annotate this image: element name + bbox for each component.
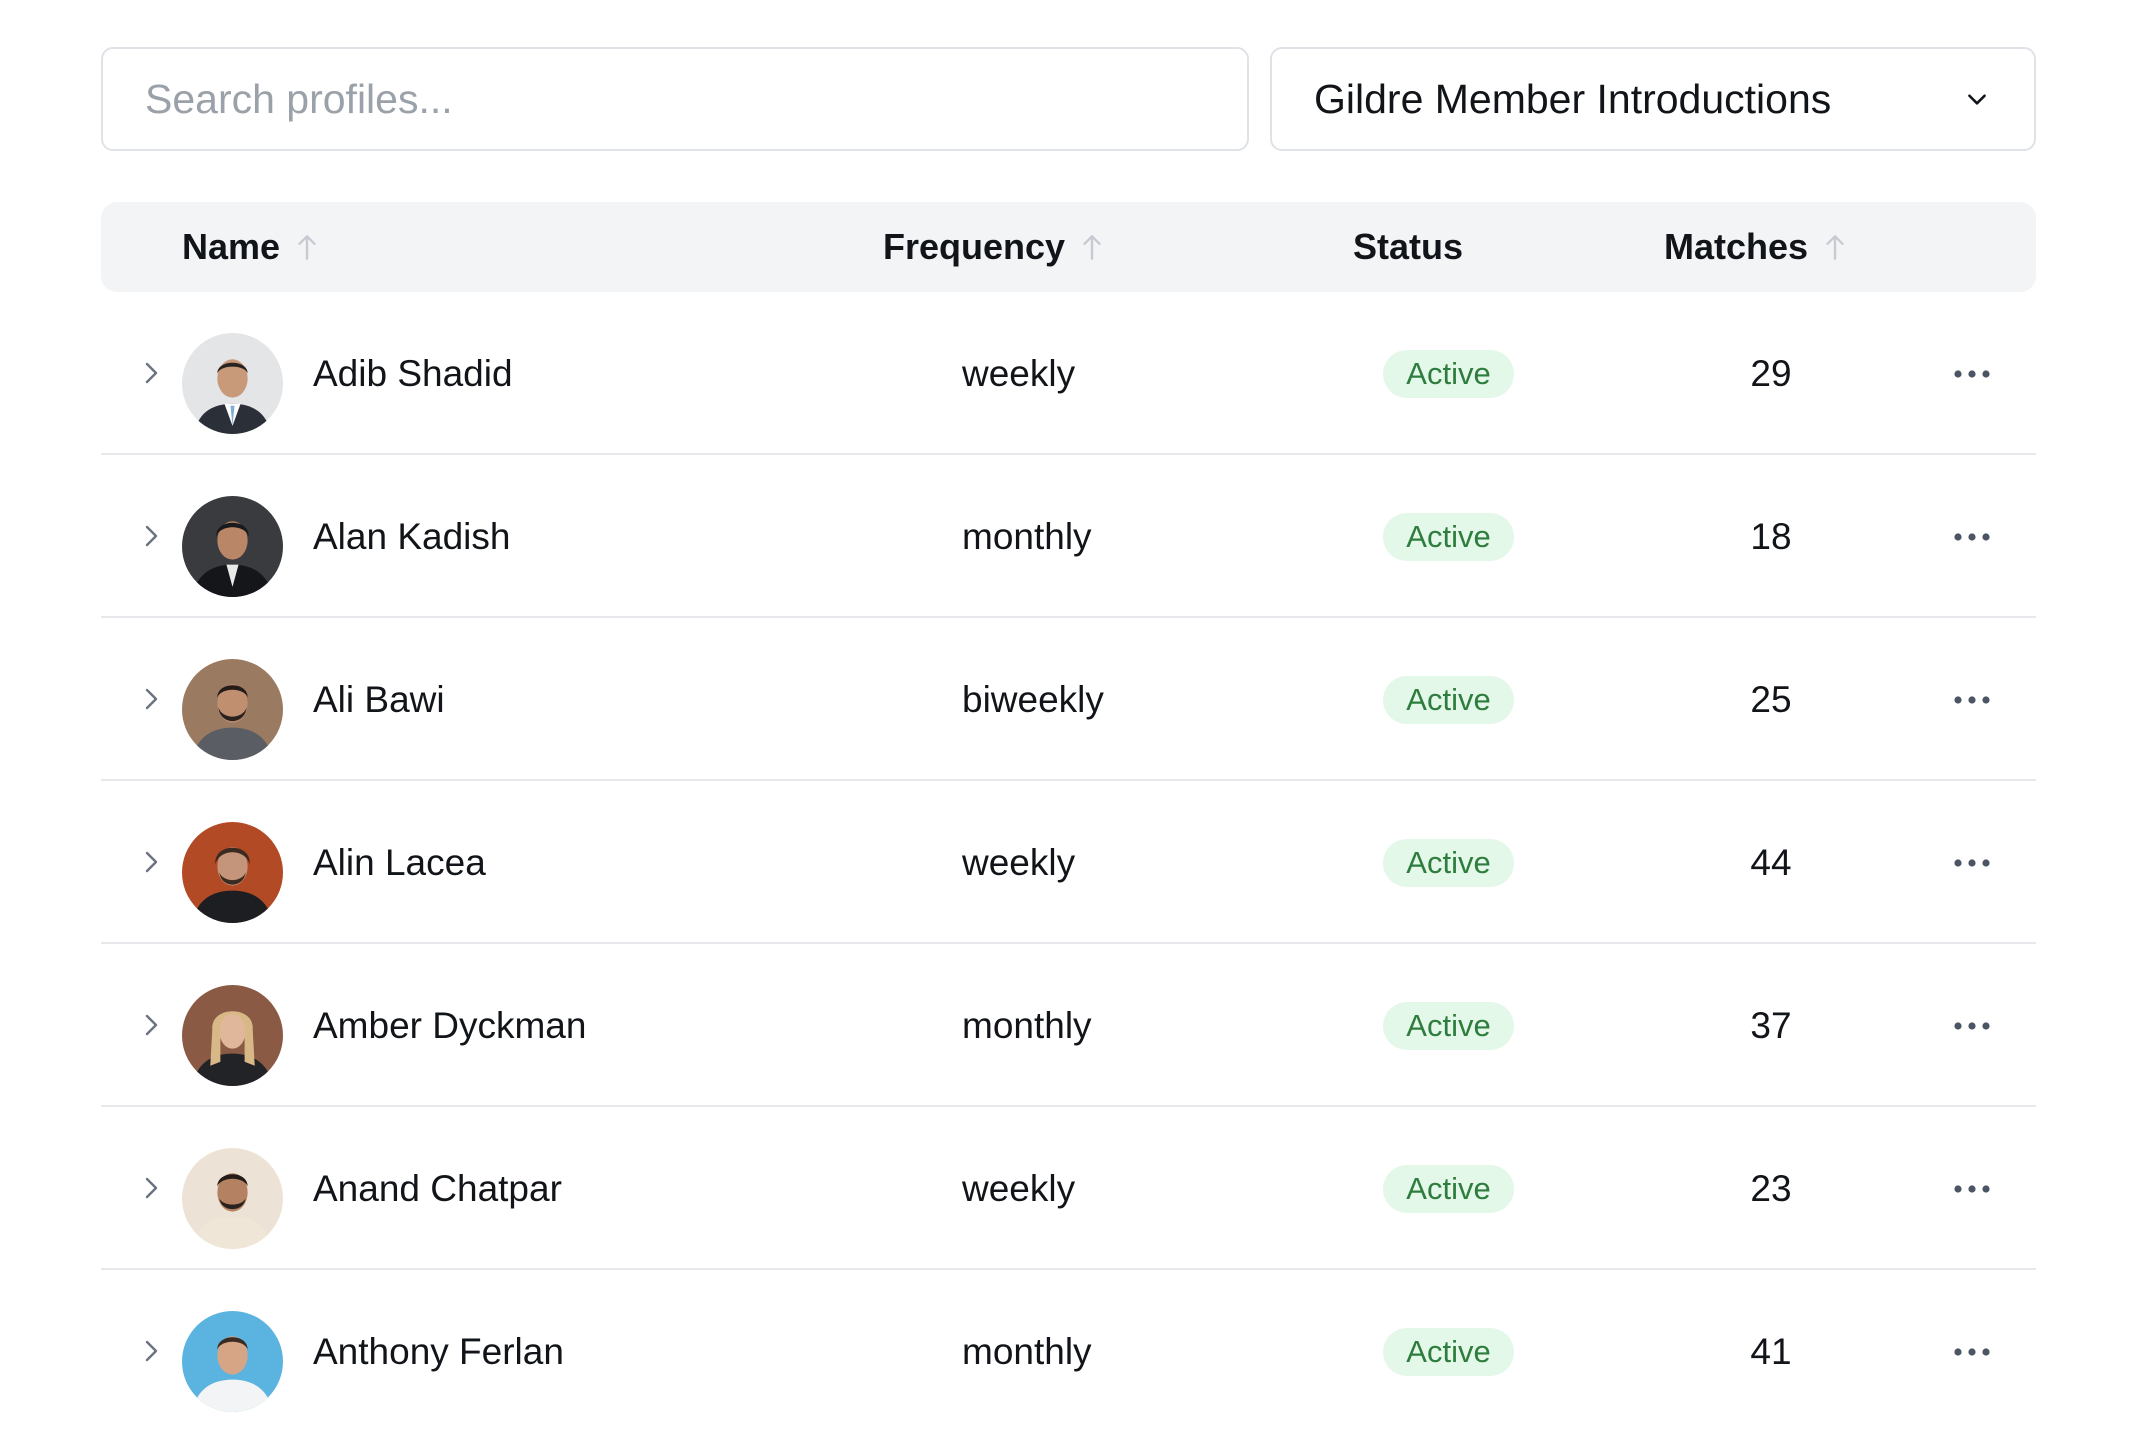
member-name: Ali Bawi: [313, 678, 445, 720]
member-matches: 18: [1750, 515, 1792, 557]
avatar: [182, 985, 283, 1086]
chevron-right-icon[interactable]: [141, 1173, 163, 1203]
table-body: Adib Shadid weekly Active 29 Alan Kadish…: [101, 292, 2036, 1433]
member-frequency: weekly: [962, 841, 1076, 883]
member-frequency: monthly: [962, 1330, 1092, 1372]
member-matches: 44: [1750, 841, 1792, 883]
column-header-name-label: Name: [182, 226, 281, 267]
column-header-status-label: Status: [1353, 226, 1464, 267]
table-row[interactable]: Anthony Ferlan monthly Active 41: [101, 1270, 2036, 1433]
status-badge: Active: [1383, 839, 1514, 887]
member-name: Amber Dyckman: [313, 1004, 587, 1046]
column-header-frequency[interactable]: Frequency: [883, 202, 1105, 292]
arrow-up-icon: [298, 235, 316, 260]
column-header-status: Status: [1353, 202, 1463, 292]
member-matches: 37: [1750, 1004, 1792, 1046]
member-matches: 25: [1750, 678, 1792, 720]
table-row[interactable]: Alin Lacea weekly Active 44: [101, 781, 2036, 944]
more-horizontal-icon[interactable]: [1951, 686, 1993, 714]
program-select[interactable]: Gildre Member Introductions: [1270, 47, 2036, 151]
table-row[interactable]: Alan Kadish monthly Active 18: [101, 455, 2036, 618]
member-frequency: weekly: [962, 352, 1076, 394]
chevron-down-icon: [1968, 94, 1986, 105]
avatar: [182, 1148, 283, 1249]
status-badge: Active: [1383, 676, 1514, 724]
column-header-matches-label: Matches: [1664, 226, 1809, 267]
table-row[interactable]: Adib Shadid weekly Active 29: [101, 292, 2036, 455]
more-horizontal-icon[interactable]: [1951, 360, 1993, 388]
member-name: Anand Chatpar: [313, 1167, 562, 1209]
avatar: [182, 659, 283, 760]
member-frequency: monthly: [962, 515, 1092, 557]
more-horizontal-icon[interactable]: [1951, 523, 1993, 551]
status-badge: Active: [1383, 1002, 1514, 1050]
program-select-value: Gildre Member Introductions: [1314, 75, 1832, 122]
member-frequency: weekly: [962, 1167, 1076, 1209]
more-horizontal-icon[interactable]: [1951, 1338, 1993, 1366]
chevron-right-icon[interactable]: [141, 847, 163, 877]
chevron-right-icon[interactable]: [141, 358, 163, 388]
avatar: [182, 822, 283, 923]
chevron-right-icon[interactable]: [141, 1336, 163, 1366]
member-name: Anthony Ferlan: [313, 1330, 564, 1372]
column-header-name[interactable]: Name: [182, 202, 320, 292]
chevron-right-icon[interactable]: [141, 521, 163, 551]
member-matches: 29: [1750, 352, 1792, 394]
member-name: Alan Kadish: [313, 515, 511, 557]
table-row[interactable]: Ali Bawi biweekly Active 25: [101, 618, 2036, 781]
more-horizontal-icon[interactable]: [1951, 1175, 1993, 1203]
table-header: Name Frequency Status Matches: [101, 202, 2036, 292]
status-badge: Active: [1383, 350, 1514, 398]
status-badge: Active: [1383, 1328, 1514, 1376]
search-input[interactable]: [143, 74, 1207, 124]
member-name: Alin Lacea: [313, 841, 486, 883]
arrow-up-icon: [1826, 235, 1844, 260]
avatar: [182, 1311, 283, 1412]
avatar: [182, 496, 283, 597]
member-matches: 41: [1750, 1330, 1792, 1372]
member-name: Adib Shadid: [313, 352, 513, 394]
table-row[interactable]: Anand Chatpar weekly Active 23: [101, 1107, 2036, 1270]
column-header-frequency-label: Frequency: [883, 226, 1066, 267]
chevron-right-icon[interactable]: [141, 684, 163, 714]
member-matches: 23: [1750, 1167, 1792, 1209]
profiles-page: Gildre Member Introductions Name Frequen…: [0, 0, 2138, 1423]
chevron-right-icon[interactable]: [141, 1010, 163, 1040]
column-header-matches[interactable]: Matches: [1664, 202, 1848, 292]
status-badge: Active: [1383, 513, 1514, 561]
member-frequency: monthly: [962, 1004, 1092, 1046]
arrow-up-icon: [1083, 235, 1101, 260]
member-frequency: biweekly: [962, 678, 1104, 720]
status-badge: Active: [1383, 1165, 1514, 1213]
table-row[interactable]: Amber Dyckman monthly Active 37: [101, 944, 2036, 1107]
search-box[interactable]: [101, 47, 1249, 151]
avatar: [182, 333, 283, 434]
more-horizontal-icon[interactable]: [1951, 849, 1993, 877]
more-horizontal-icon[interactable]: [1951, 1012, 1993, 1040]
